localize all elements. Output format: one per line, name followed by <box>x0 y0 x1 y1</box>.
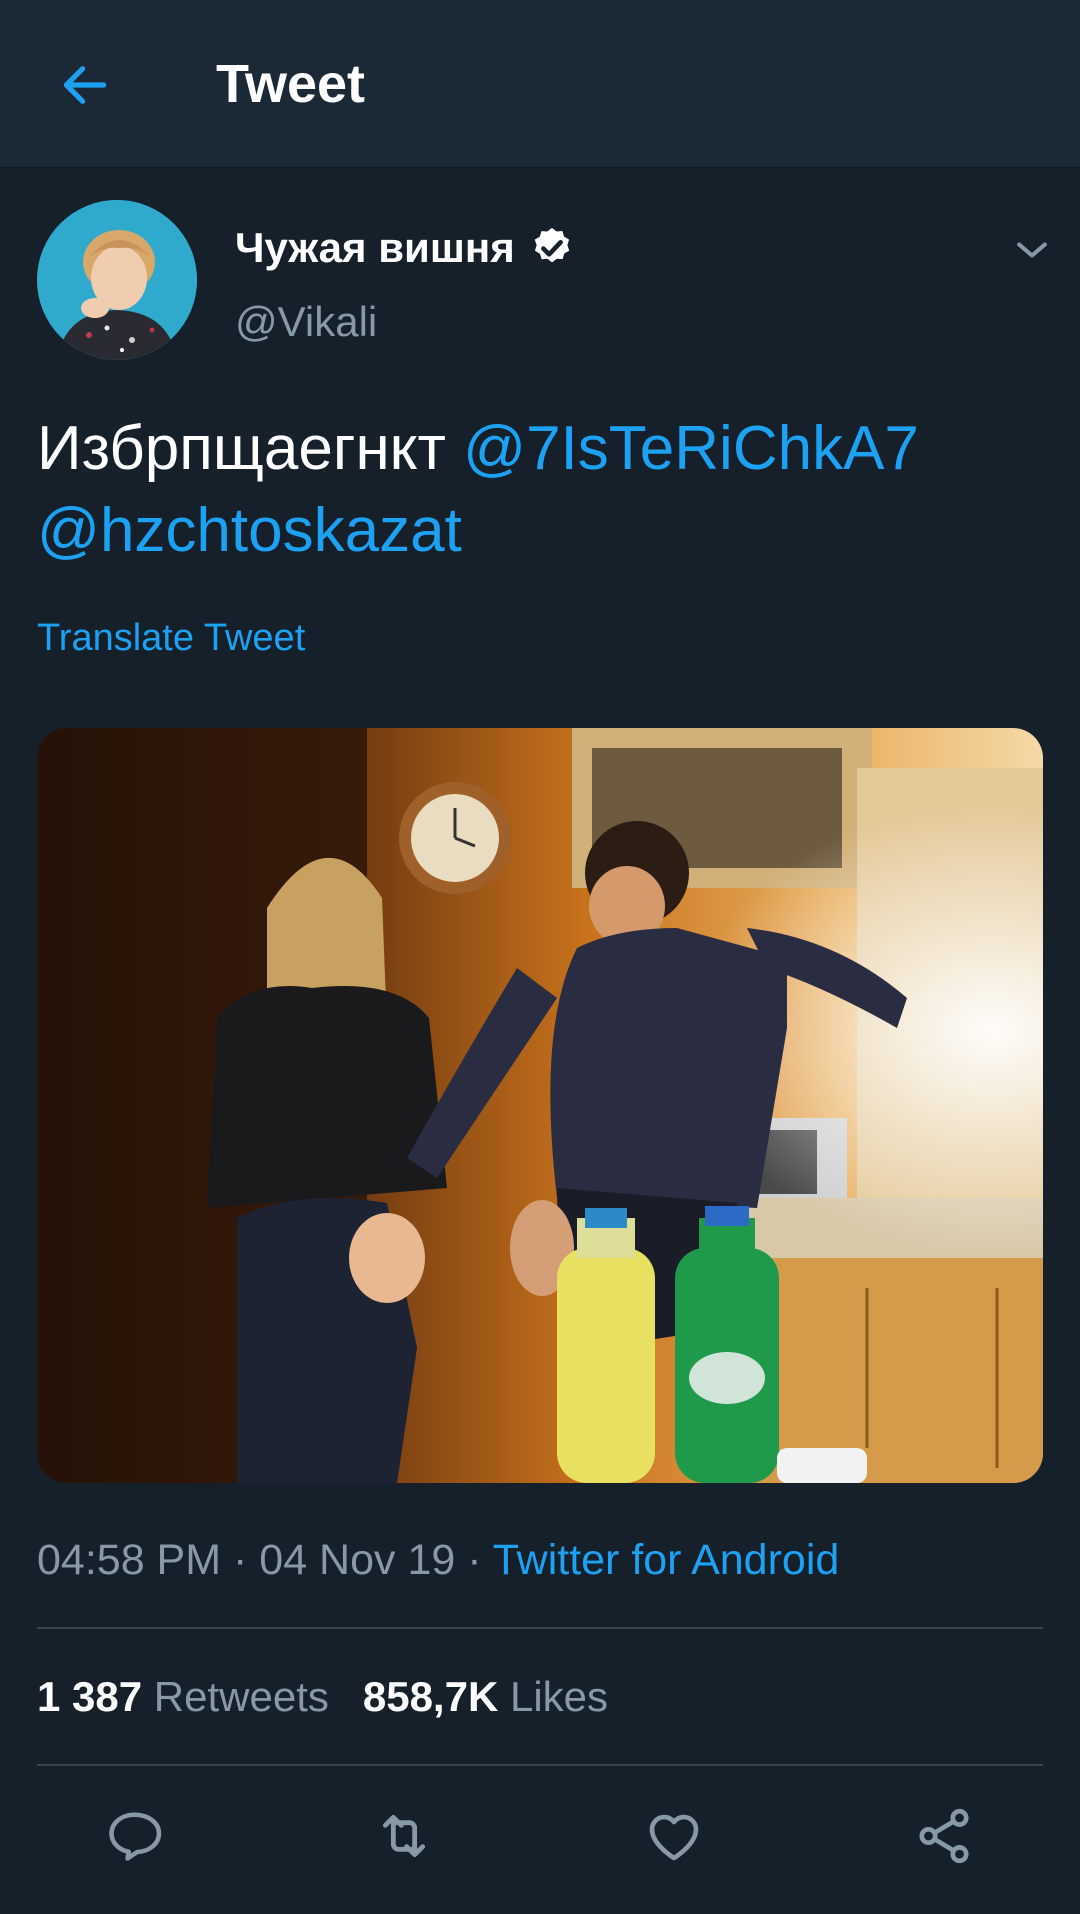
meta-separator: · <box>221 1536 260 1584</box>
retweets-count: 1 387 <box>37 1673 143 1720</box>
tweet-stats: 1 387 Retweets 858,7K Likes <box>37 1670 642 1724</box>
mention-link[interactable]: @7IsTeRiChkA7 <box>463 414 919 483</box>
mention-link[interactable]: @hzchtoskazat <box>37 496 462 565</box>
avatar[interactable] <box>37 200 197 360</box>
page-title: Tweet <box>216 54 366 114</box>
divider <box>37 1627 1043 1629</box>
user-handle[interactable]: @Vikali <box>235 296 377 348</box>
tweet-source-link[interactable]: Twitter for Android <box>493 1536 840 1584</box>
retweets-stat[interactable]: 1 387 Retweets <box>37 1673 363 1720</box>
verified-badge-icon <box>534 227 569 263</box>
share-button[interactable] <box>908 1800 980 1872</box>
avatar-image <box>37 200 197 360</box>
reply-button[interactable] <box>98 1800 170 1872</box>
retweet-button[interactable] <box>368 1800 440 1872</box>
retweets-label: Retweets <box>153 1673 329 1720</box>
likes-count: 858,7K <box>362 1673 499 1720</box>
chevron-down-icon[interactable] <box>1010 228 1054 272</box>
tweet-date: 04 Nov 19 <box>259 1536 456 1584</box>
divider <box>37 1764 1043 1766</box>
display-name[interactable]: Чужая вишня <box>235 222 515 274</box>
reply-icon <box>109 1812 162 1861</box>
likes-stat[interactable]: 858,7K Likes <box>363 1673 642 1720</box>
tweet-author: Чужая вишня @Vikali <box>0 200 1080 365</box>
translate-tweet-link[interactable]: Translate Tweet <box>37 614 305 662</box>
likes-label: Likes <box>509 1673 609 1720</box>
tweet-body: Избрпщаегнкт <box>37 414 446 483</box>
back-button[interactable] <box>50 50 120 120</box>
retweet-icon <box>382 1814 426 1858</box>
meta-separator: · <box>455 1536 493 1584</box>
arrow-left-icon <box>63 66 107 104</box>
like-icon <box>649 1814 699 1861</box>
photo-image <box>37 728 1043 1483</box>
tweet-time: 04:58 PM <box>37 1536 222 1584</box>
tweet-photo[interactable] <box>37 728 1043 1483</box>
action-bar <box>0 1800 1080 1872</box>
tweet-metadata: 04:58 PM · 04 Nov 19 · Twitter for Andro… <box>37 1532 839 1588</box>
share-icon <box>919 1808 969 1864</box>
like-button[interactable] <box>638 1800 710 1872</box>
tweet-text: Избрпщаегнкт @7IsTeRiChkA7 @hzchtoskazat <box>37 408 1047 572</box>
top-bar: Tweet <box>0 0 1080 168</box>
